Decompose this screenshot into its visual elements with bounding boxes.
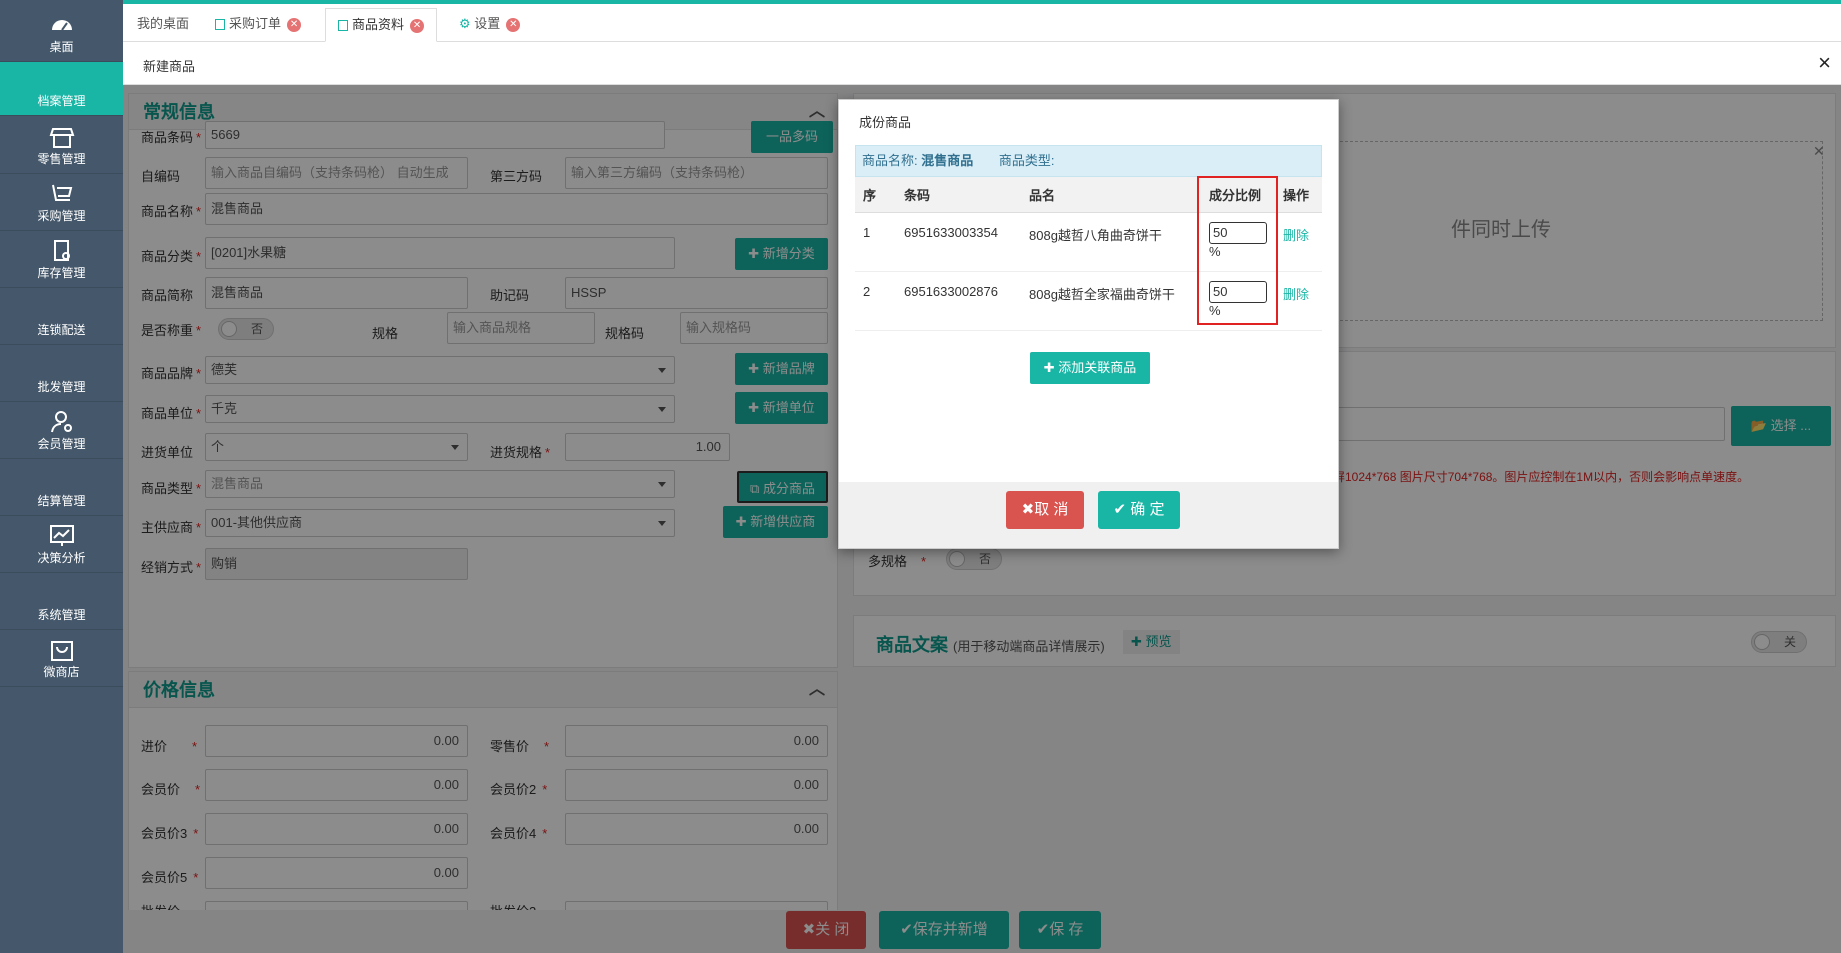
sidebar-item-label: 结算管理 (37, 494, 86, 508)
product-info-bar: 商品名称: 混售商品 商品类型: (855, 145, 1322, 177)
sidebar-item-settlement[interactable]: 结算管理 (0, 459, 123, 516)
sidebar-item-label: 批发管理 (37, 380, 86, 394)
product-name-value: 混售商品 (921, 153, 974, 168)
page-title: 新建商品 (143, 59, 196, 74)
sidebar-item-label: 决策分析 (37, 551, 86, 565)
sidebar-item-label: 档案管理 (37, 94, 86, 108)
cart-icon (51, 184, 72, 201)
tab-label: 设置 (474, 16, 501, 31)
row-number: 2 (855, 271, 896, 331)
sidebar-item-label: 库存管理 (37, 266, 86, 280)
sidebar-item-label: 连锁配送 (37, 323, 86, 337)
column-header: 条码 (896, 177, 1021, 213)
tab-label: 我的桌面 (137, 16, 190, 31)
sidebar-item-wholesale[interactable]: 批发管理 (0, 345, 123, 402)
clipboard-search-icon (53, 240, 70, 261)
dashboard-icon (51, 20, 72, 31)
document-icon (215, 19, 225, 31)
sidebar-item-label: 桌面 (49, 40, 74, 54)
tab-product-info[interactable]: 商品资料 ✕ (325, 8, 438, 42)
sidebar-item-wechat-store[interactable]: 微商店 (0, 630, 123, 687)
row-name: 808g越哲八角曲奇饼干 (1021, 212, 1201, 272)
close-tab-icon[interactable]: ✕ (506, 17, 521, 32)
delete-link[interactable]: 删除 (1283, 287, 1309, 302)
store-icon (49, 128, 74, 148)
column-header: 序 (855, 177, 896, 213)
product-type-label: 商品类型: (998, 153, 1055, 168)
gear-icon: ⚙ (459, 16, 475, 31)
close-tab-icon[interactable]: ✕ (410, 18, 425, 33)
sidebar-item-label: 系统管理 (37, 608, 86, 622)
tab-purchase-order[interactable]: 采购订单 ✕ (203, 8, 313, 42)
delete-link[interactable]: 删除 (1283, 228, 1309, 243)
tab-settings[interactable]: ⚙ 设置 ✕ (447, 8, 532, 42)
sidebar-item-desktop[interactable]: 桌面 (0, 4, 123, 62)
sidebar-item-system[interactable]: 系统管理 (0, 573, 123, 630)
chart-icon (49, 525, 74, 546)
close-icon[interactable]: × (1818, 50, 1831, 76)
tab-bar: 我的桌面 采购订单 ✕ 商品资料 ✕ ⚙ 设置 ✕ (123, 4, 1841, 42)
sidebar-item-label: 零售管理 (37, 152, 86, 166)
sidebar-item-retail[interactable]: 零售管理 (0, 117, 123, 174)
sidebar-item-inventory[interactable]: 库存管理 (0, 231, 123, 288)
cancel-button[interactable]: ✖取 消 (1006, 491, 1084, 529)
row-barcode: 6951633002876 (896, 271, 1021, 331)
sidebar-item-label: 采购管理 (37, 209, 86, 223)
ratio-column-highlight (1197, 176, 1278, 325)
user-icon (50, 411, 72, 433)
tab-my-desktop[interactable]: 我的桌面 (125, 8, 201, 42)
row-barcode: 6951633003354 (896, 212, 1021, 272)
column-header: 品名 (1021, 177, 1201, 213)
sidebar-item-purchase[interactable]: 采购管理 (0, 174, 123, 231)
document-icon (338, 20, 348, 32)
tab-label: 采购订单 (229, 16, 282, 31)
sidebar-item-label: 微商店 (43, 665, 80, 679)
page-header: 新建商品 × (123, 42, 1841, 85)
sidebar-item-label: 会员管理 (37, 437, 86, 451)
shopping-bag-icon (50, 641, 73, 661)
tab-label: 商品资料 (352, 17, 405, 32)
row-number: 1 (855, 212, 896, 272)
sidebar-item-chain[interactable]: 连锁配送 (0, 288, 123, 345)
confirm-button[interactable]: ✔ 确 定 (1098, 491, 1180, 529)
dialog-title: 成份商品 (859, 115, 912, 130)
sidebar-item-analysis[interactable]: 决策分析 (0, 516, 123, 573)
dialog-footer: ✖取 消 ✔ 确 定 (839, 482, 1338, 548)
sidebar-item-member[interactable]: 会员管理 (0, 402, 123, 459)
close-tab-icon[interactable]: ✕ (287, 17, 302, 32)
row-name: 808g越哲全家福曲奇饼干 (1021, 271, 1201, 331)
sidebar-item-archive[interactable]: 档案管理 (0, 62, 123, 116)
column-header: 操作 (1275, 177, 1322, 213)
sidebar: 桌面 档案管理 零售管理 采购管理 库存管理 连锁配送 批发管理 会员管理 结算… (0, 0, 123, 953)
add-related-product-button[interactable]: ✚ 添加关联商品 (1030, 352, 1150, 384)
